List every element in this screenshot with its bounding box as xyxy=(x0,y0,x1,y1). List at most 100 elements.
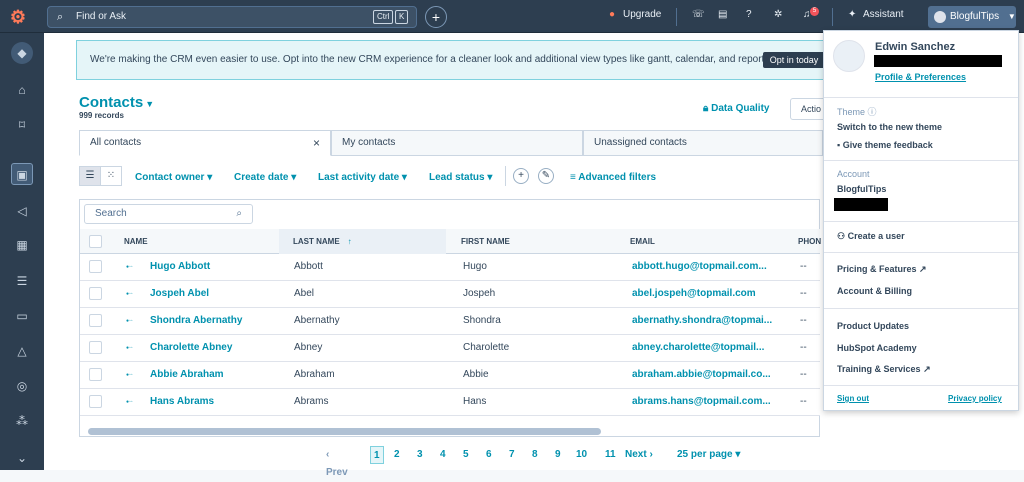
page-number-button[interactable]: 6 xyxy=(486,446,492,464)
filter-contact-owner[interactable]: Contact owner ▾ xyxy=(135,172,212,183)
table-row[interactable]: ●◦◦ Hugo Abbott Abbott Hugo abbott.hugo@topm… xyxy=(80,254,820,281)
column-header-last-name[interactable]: LAST NAME ↑ xyxy=(279,229,446,254)
tab-my-contacts[interactable]: My contacts xyxy=(331,130,583,156)
select-all-checkbox[interactable] xyxy=(89,235,102,248)
page-number-button[interactable]: 5 xyxy=(463,446,469,464)
row-checkbox[interactable] xyxy=(89,395,102,408)
give-feedback-item[interactable]: ▪ Give theme feedback xyxy=(837,140,933,150)
sidebar-service-icon[interactable]: ▭ xyxy=(11,305,33,327)
add-filter-plus-icon[interactable]: + xyxy=(513,168,529,184)
page-number-button[interactable]: 7 xyxy=(509,446,515,464)
email-link[interactable]: abrams.hans@topmail.com... xyxy=(632,389,777,415)
tab-unassigned-contacts[interactable]: Unassigned contacts xyxy=(583,130,823,156)
sidebar-marketing-icon[interactable]: ◁ xyxy=(11,200,33,222)
calling-icon[interactable]: ☏ xyxy=(692,9,705,20)
sidebar-data-icon[interactable]: ◎ xyxy=(11,375,33,397)
page-number-button[interactable]: 9 xyxy=(555,446,561,464)
column-header-name[interactable]: NAME xyxy=(124,229,148,254)
account-billing-item[interactable]: Account & Billing xyxy=(837,286,912,296)
filter-lead-status[interactable]: Lead status ▾ xyxy=(429,172,492,183)
sidebar-crm-icon[interactable]: ▣ xyxy=(11,163,33,185)
row-checkbox[interactable] xyxy=(89,260,102,273)
edit-filters-pencil-icon[interactable]: ✎ xyxy=(538,168,554,184)
sidebar-commerce-icon[interactable]: ☰ xyxy=(11,270,33,292)
page-title[interactable]: Contacts ▼ xyxy=(79,94,154,111)
pricing-features-item[interactable]: Pricing & Features ↗ xyxy=(837,264,927,275)
global-search-input[interactable]: ⌕ Find or Ask Ctrl K xyxy=(47,6,417,28)
sidebar-reporting-icon[interactable]: ⁂ xyxy=(11,410,33,432)
product-updates-item[interactable]: Product Updates xyxy=(837,321,909,331)
sidebar-bookmark-icon[interactable]: ⌑ xyxy=(11,114,33,136)
hubspot-logo-icon[interactable]: ⚙ xyxy=(6,5,30,29)
opt-in-button[interactable]: Opt in today xyxy=(763,52,825,68)
contact-name-link[interactable]: Charolette Abney xyxy=(150,335,275,361)
settings-gear-icon[interactable]: ✲ xyxy=(774,9,782,20)
switch-theme-item[interactable]: Switch to the new theme xyxy=(837,122,942,132)
prev-page-button[interactable]: ‹ Prev xyxy=(326,446,348,478)
page-number-button[interactable]: 8 xyxy=(532,446,538,464)
contact-name-link[interactable]: Shondra Abernathy xyxy=(150,308,275,334)
list-view-icon[interactable]: ☰ xyxy=(79,166,101,186)
email-link[interactable]: abraham.abbie@topmail.co... xyxy=(632,362,777,388)
table-row[interactable]: ●◦◦ Charolette Abney Abney Charolette abney.… xyxy=(80,335,820,362)
privacy-policy-link[interactable]: Privacy policy xyxy=(948,394,1002,403)
page-number-button[interactable]: 11 xyxy=(605,446,616,464)
page-number-button[interactable]: 10 xyxy=(576,446,587,464)
tab-all-contacts[interactable]: All contacts × xyxy=(79,130,331,156)
advanced-filters-button[interactable]: ≡ Advanced filters xyxy=(570,172,656,183)
email-link[interactable]: abney.charolette@topmail... xyxy=(632,335,777,361)
close-tab-icon[interactable]: × xyxy=(313,131,320,155)
create-user-item[interactable]: ⚇ Create a user xyxy=(837,231,905,242)
sidebar-automation-icon[interactable]: △ xyxy=(11,340,33,362)
page-number-button[interactable]: 2 xyxy=(394,446,400,464)
row-checkbox[interactable] xyxy=(89,341,102,354)
per-page-dropdown[interactable]: 25 per page ▾ xyxy=(677,446,740,464)
row-checkbox[interactable] xyxy=(89,314,102,327)
assistant-button[interactable]: Assistant xyxy=(863,9,904,20)
lock-icon: 🔒︎ xyxy=(703,103,712,114)
profile-preferences-link[interactable]: Profile & Preferences xyxy=(875,72,966,82)
sidebar-home-icon[interactable]: ⌂ xyxy=(11,79,33,101)
contact-name-link[interactable]: Hans Abrams xyxy=(150,389,275,415)
account-menu-button[interactable]: BlogfulTips ▼ xyxy=(928,6,1016,28)
sign-out-link[interactable]: Sign out xyxy=(837,394,869,403)
email-link[interactable]: abernathy.shondra@topmai... xyxy=(632,308,777,334)
table-row[interactable]: ●◦◦ Hans Abrams Abrams Hans abrams.hans@topm… xyxy=(80,389,820,416)
email-link[interactable]: abbott.hugo@topmail.com... xyxy=(632,254,777,280)
help-icon[interactable]: ? xyxy=(746,9,752,20)
page-number-button[interactable]: 1 xyxy=(370,446,384,464)
next-label: Next xyxy=(625,449,647,460)
email-link[interactable]: abel.jospeh@topmail.com xyxy=(632,281,777,307)
page-number-button[interactable]: 3 xyxy=(417,446,423,464)
page-number-button[interactable]: 4 xyxy=(440,446,446,464)
divider xyxy=(824,252,1018,253)
column-header-first-name[interactable]: FIRST NAME xyxy=(461,229,510,254)
next-page-button[interactable]: Next › xyxy=(625,446,653,464)
upgrade-button[interactable]: Upgrade xyxy=(623,9,661,20)
column-header-phone[interactable]: PHON xyxy=(798,229,821,254)
contact-name-link[interactable]: Jospeh Abel xyxy=(150,281,275,307)
sidebar-content-icon[interactable]: ▦ xyxy=(11,234,33,256)
phone-cell: -- xyxy=(800,396,807,407)
horizontal-scrollbar[interactable] xyxy=(88,428,601,435)
table-row[interactable]: ●◦◦ Shondra Abernathy Abernathy Shondra aber… xyxy=(80,308,820,335)
filter-create-date[interactable]: Create date ▾ xyxy=(234,172,296,183)
sidebar-bookmarks-gem-icon[interactable]: ◆ xyxy=(11,42,33,64)
data-quality-button[interactable]: 🔒︎ Data Quality xyxy=(703,103,769,114)
contact-name-link[interactable]: Abbie Abraham xyxy=(150,362,275,388)
sidebar-expand-chevron-icon[interactable]: ⌄ xyxy=(11,447,33,469)
training-services-item[interactable]: Training & Services ↗ xyxy=(837,364,931,375)
filter-last-activity-date[interactable]: Last activity date ▾ xyxy=(318,172,407,183)
column-header-email[interactable]: EMAIL xyxy=(630,229,655,254)
table-row[interactable]: ●◦◦ Jospeh Abel Abel Jospeh abel.jospeh@topm… xyxy=(80,281,820,308)
row-checkbox[interactable] xyxy=(89,368,102,381)
last-name-cell: Abernathy xyxy=(294,315,340,326)
table-row[interactable]: ●◦◦ Abbie Abraham Abraham Abbie abraham.abbi… xyxy=(80,362,820,389)
contact-name-link[interactable]: Hugo Abbott xyxy=(150,254,275,280)
board-view-icon[interactable]: ⁙ xyxy=(100,166,122,186)
table-search-input[interactable]: Search ⌕ xyxy=(84,204,253,224)
create-new-button[interactable]: + xyxy=(425,6,447,28)
hubspot-academy-item[interactable]: HubSpot Academy xyxy=(837,343,917,353)
row-checkbox[interactable] xyxy=(89,287,102,300)
marketplace-icon[interactable]: ▤ xyxy=(718,9,727,20)
